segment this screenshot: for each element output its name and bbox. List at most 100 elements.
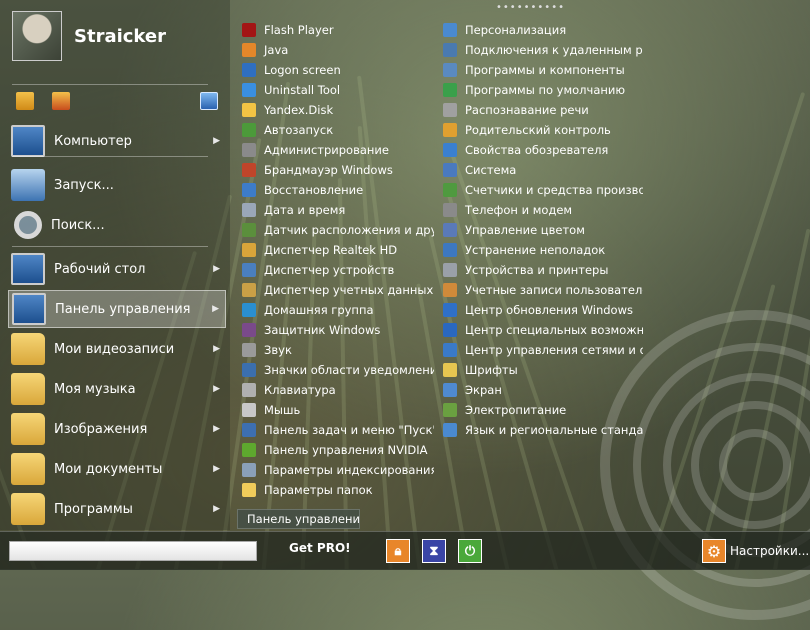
applet-icon: [242, 363, 256, 377]
nav-item[interactable]: Моя музыка ▶: [8, 370, 226, 408]
lock-icon: 🔒︎: [394, 543, 402, 559]
window-icon[interactable]: [200, 92, 218, 110]
hourglass-button[interactable]: ⧗: [422, 539, 446, 563]
control-panel-item[interactable]: Система: [443, 160, 643, 180]
control-panel-item[interactable]: Java: [242, 40, 434, 60]
control-panel-item[interactable]: Администрирование: [242, 140, 434, 160]
control-panel-item[interactable]: Logon screen: [242, 60, 434, 80]
control-panel-item[interactable]: Свойства обозревателя: [443, 140, 643, 160]
folder-icon: [11, 373, 45, 405]
divider: [12, 156, 208, 157]
search-input[interactable]: [9, 541, 257, 561]
nav-item[interactable]: Рабочий стол ▶: [8, 250, 226, 288]
control-panel-item[interactable]: Центр управления сетями и о: [443, 340, 643, 360]
control-panel-item[interactable]: Uninstall Tool: [242, 80, 434, 100]
applet-icon: [242, 43, 256, 57]
control-panel-item[interactable]: Yandex.Disk: [242, 100, 434, 120]
control-panel-item[interactable]: Учетные записи пользователе: [443, 280, 643, 300]
nav-item[interactable]: Мои документы ▶: [8, 450, 226, 488]
control-panel-item[interactable]: Управление цветом: [443, 220, 643, 240]
settings-button[interactable]: ⚙ Настройки...: [702, 539, 809, 563]
nav-item[interactable]: Программы ▶: [8, 490, 226, 528]
control-panel-column-2: Персонализация Подключения к удаленным р П…: [443, 20, 643, 440]
control-panel-item[interactable]: Устранение неполадок: [443, 240, 643, 260]
applet-icon: [443, 263, 457, 277]
add-program-icon[interactable]: [16, 92, 34, 110]
control-panel-item-label: Yandex.Disk: [264, 103, 334, 117]
control-panel-item[interactable]: Защитник Windows: [242, 320, 434, 340]
applet-icon: [242, 423, 256, 437]
control-panel-item[interactable]: Звук: [242, 340, 434, 360]
applet-icon: [242, 483, 256, 497]
control-panel-item[interactable]: Родительский контроль: [443, 120, 643, 140]
applet-icon: [242, 163, 256, 177]
control-panel-item[interactable]: Язык и региональные стандар: [443, 420, 643, 440]
grass-blade: [770, 172, 810, 569]
nav-item[interactable]: Панель управления ▶: [8, 290, 226, 328]
control-panel-item-label: Электропитание: [465, 403, 567, 417]
control-panel-item[interactable]: Значки области уведомлений: [242, 360, 434, 380]
applet-icon: [242, 403, 256, 417]
control-panel-item[interactable]: Дата и время: [242, 200, 434, 220]
user-header: Straicker: [12, 10, 166, 62]
control-panel-item-label: Дата и время: [264, 203, 346, 217]
control-panel-item[interactable]: Датчик расположения и друг: [242, 220, 434, 240]
control-panel-item[interactable]: Панель задач и меню "Пуск": [242, 420, 434, 440]
control-panel-item[interactable]: Подключения к удаленным р: [443, 40, 643, 60]
control-panel-item-label: Logon screen: [264, 63, 341, 77]
control-panel-item[interactable]: Электропитание: [443, 400, 643, 420]
control-panel-item[interactable]: Автозапуск: [242, 120, 434, 140]
control-panel-item[interactable]: Диспетчер учетных данных: [242, 280, 434, 300]
control-panel-item[interactable]: Клавиатура: [242, 380, 434, 400]
applet-icon: [443, 303, 457, 317]
remove-program-icon[interactable]: [52, 92, 70, 110]
hourglass-icon: ⧗: [429, 543, 439, 559]
avatar[interactable]: [12, 11, 62, 61]
nav-item[interactable]: Запуск...: [8, 166, 226, 204]
chevron-right-icon: ▶: [213, 464, 220, 474]
nav-item[interactable]: Изображения ▶: [8, 410, 226, 448]
control-panel-item[interactable]: Программы и компоненты: [443, 60, 643, 80]
control-panel-item[interactable]: Программы по умолчанию: [443, 80, 643, 100]
control-panel-item-label: Мышь: [264, 403, 301, 417]
control-panel-item[interactable]: Персонализация: [443, 20, 643, 40]
control-panel-item-label: Диспетчер учетных данных: [264, 283, 434, 297]
control-panel-item[interactable]: Flash Player: [242, 20, 434, 40]
control-panel-item[interactable]: Шрифты: [443, 360, 643, 380]
control-panel-item[interactable]: Брандмауэр Windows: [242, 160, 434, 180]
control-panel-item[interactable]: Восстановление: [242, 180, 434, 200]
control-panel-item-label: Центр обновления Windows: [465, 303, 633, 317]
search-icon: [14, 211, 42, 239]
control-panel-item-label: Центр специальных возможн: [465, 323, 643, 337]
control-panel-item[interactable]: Экран: [443, 380, 643, 400]
control-panel-item[interactable]: Домашняя группа: [242, 300, 434, 320]
control-panel-item[interactable]: Диспетчер устройств: [242, 260, 434, 280]
lock-button[interactable]: 🔒︎: [386, 539, 410, 563]
control-panel-item[interactable]: Параметры индексирования: [242, 460, 434, 480]
control-panel-item[interactable]: Мышь: [242, 400, 434, 420]
control-panel-item[interactable]: Устройства и принтеры: [443, 260, 643, 280]
applet-icon: [242, 103, 256, 117]
control-panel-item-label: Шрифты: [465, 363, 518, 377]
control-panel-item[interactable]: Центр специальных возможн: [443, 320, 643, 340]
control-panel-item[interactable]: Параметры папок: [242, 480, 434, 500]
user-name[interactable]: Straicker: [74, 26, 166, 47]
control-panel-item-label: Диспетчер устройств: [264, 263, 395, 277]
control-panel-item[interactable]: Диспетчер Realtek HD: [242, 240, 434, 260]
nav-item-label: Программы: [54, 501, 133, 517]
power-button[interactable]: ⏻: [458, 539, 482, 563]
gear-icon: ⚙: [702, 539, 726, 563]
control-panel-item[interactable]: Распознавание речи: [443, 100, 643, 120]
nav-item[interactable]: Мои видеозаписи ▶: [8, 330, 226, 368]
control-panel-item[interactable]: Панель управления NVIDIA: [242, 440, 434, 460]
control-panel-item[interactable]: Центр обновления Windows: [443, 300, 643, 320]
nav-item[interactable]: Поиск...: [8, 206, 226, 244]
get-pro-link[interactable]: Get PRO!: [289, 541, 351, 555]
applet-icon: [443, 143, 457, 157]
nav-item[interactable]: Компьютер ▶: [8, 122, 226, 160]
resize-grip[interactable]: ••••••••••: [496, 2, 565, 13]
control-panel-item-label: Защитник Windows: [264, 323, 381, 337]
power-icon: ⏻: [464, 543, 476, 559]
control-panel-item[interactable]: Счетчики и средства произво: [443, 180, 643, 200]
control-panel-item[interactable]: Телефон и модем: [443, 200, 643, 220]
